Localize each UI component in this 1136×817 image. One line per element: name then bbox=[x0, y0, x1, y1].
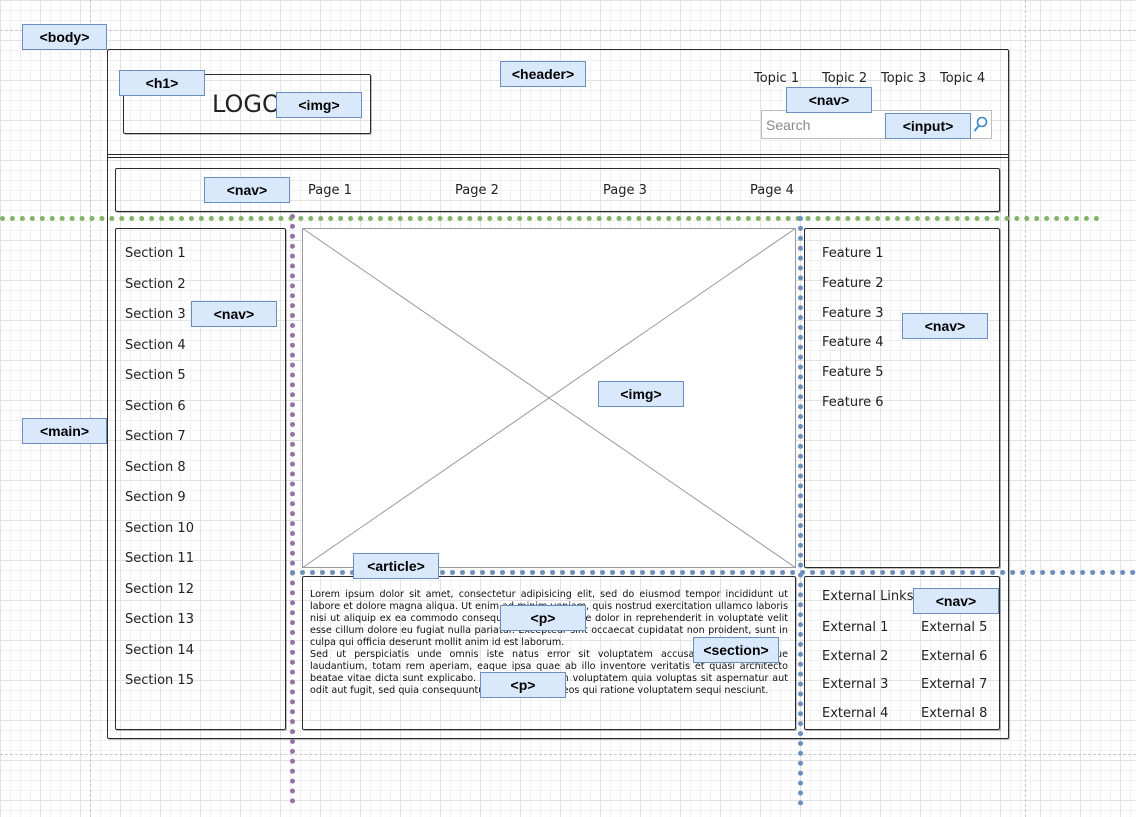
external-link-col2-1[interactable]: External 5 bbox=[921, 620, 987, 635]
tag-feature-nav: <nav> bbox=[902, 313, 988, 339]
feature-link-2[interactable]: Feature 2 bbox=[822, 276, 884, 291]
tag-section: <section> bbox=[693, 637, 779, 663]
section-link-5[interactable]: Section 5 bbox=[125, 368, 186, 383]
tag-page-nav: <nav> bbox=[204, 177, 290, 203]
topic-link-3[interactable]: Topic 3 bbox=[881, 71, 926, 86]
header-divider bbox=[107, 154, 1009, 158]
feature-link-3[interactable]: Feature 3 bbox=[822, 306, 884, 321]
external-link-col1-4[interactable]: External 4 bbox=[822, 706, 888, 721]
page-link-3[interactable]: Page 3 bbox=[603, 183, 647, 198]
tag-body: <body> bbox=[22, 24, 107, 50]
main-image-placeholder bbox=[302, 228, 796, 568]
section-link-11[interactable]: Section 11 bbox=[125, 551, 194, 566]
topic-link-2[interactable]: Topic 2 bbox=[822, 71, 867, 86]
feature-link-5[interactable]: Feature 5 bbox=[822, 365, 884, 380]
section-link-1[interactable]: Section 1 bbox=[125, 246, 186, 261]
tag-paragraph-2: <p> bbox=[480, 672, 566, 698]
section-link-3[interactable]: Section 3 bbox=[125, 307, 186, 322]
section-link-15[interactable]: Section 15 bbox=[125, 673, 194, 688]
logo-text: LOGO bbox=[212, 90, 281, 118]
section-link-13[interactable]: Section 13 bbox=[125, 612, 194, 627]
external-link-col1-1[interactable]: External 1 bbox=[822, 620, 888, 635]
tag-paragraph-1: <p> bbox=[500, 605, 586, 631]
section-link-12[interactable]: Section 12 bbox=[125, 582, 194, 597]
page-link-4[interactable]: Page 4 bbox=[750, 183, 794, 198]
tag-logo-img: <img> bbox=[276, 92, 362, 118]
blue-guide-vertical bbox=[798, 216, 803, 806]
search-placeholder: Search bbox=[766, 117, 811, 133]
tag-section-nav: <nav> bbox=[191, 301, 277, 327]
guide-dashed-left bbox=[90, 0, 91, 817]
tag-header: <header> bbox=[500, 61, 586, 87]
external-link-col2-3[interactable]: External 7 bbox=[921, 677, 987, 692]
tag-top-nav: <nav> bbox=[786, 87, 872, 113]
search-icon[interactable] bbox=[972, 116, 988, 134]
feature-link-6[interactable]: Feature 6 bbox=[822, 395, 884, 410]
external-link-col2-2[interactable]: External 6 bbox=[921, 649, 987, 664]
feature-link-4[interactable]: Feature 4 bbox=[822, 335, 884, 350]
section-link-9[interactable]: Section 9 bbox=[125, 490, 186, 505]
feature-link-1[interactable]: Feature 1 bbox=[822, 246, 884, 261]
topic-link-1[interactable]: Topic 1 bbox=[754, 71, 799, 86]
external-links-title: External Links bbox=[822, 589, 914, 604]
guide-dashed-right bbox=[1025, 0, 1026, 817]
section-link-6[interactable]: Section 6 bbox=[125, 399, 186, 414]
section-link-14[interactable]: Section 14 bbox=[125, 643, 194, 658]
section-link-10[interactable]: Section 10 bbox=[125, 521, 194, 536]
external-link-col1-2[interactable]: External 2 bbox=[822, 649, 888, 664]
tag-main-img: <img> bbox=[598, 381, 684, 407]
green-guide-line bbox=[0, 216, 1100, 221]
section-link-2[interactable]: Section 2 bbox=[125, 277, 186, 292]
topic-link-4[interactable]: Topic 4 bbox=[940, 71, 985, 86]
section-link-4[interactable]: Section 4 bbox=[125, 338, 186, 353]
section-link-8[interactable]: Section 8 bbox=[125, 460, 186, 475]
page-link-2[interactable]: Page 2 bbox=[455, 183, 499, 198]
page-link-1[interactable]: Page 1 bbox=[308, 183, 352, 198]
tag-article: <article> bbox=[353, 553, 439, 579]
section-link-7[interactable]: Section 7 bbox=[125, 429, 186, 444]
external-link-col1-3[interactable]: External 3 bbox=[822, 677, 888, 692]
tag-h1: <h1> bbox=[119, 70, 205, 96]
tag-main: <main> bbox=[22, 418, 107, 444]
purple-guide-line bbox=[290, 214, 295, 804]
image-placeholder-icon bbox=[302, 228, 796, 568]
tag-input: <input> bbox=[885, 113, 971, 139]
external-link-col2-4[interactable]: External 8 bbox=[921, 706, 987, 721]
guide-dashed-top bbox=[0, 30, 1136, 31]
tag-external-nav: <nav> bbox=[913, 588, 999, 614]
guide-dashed-bottom bbox=[0, 754, 1136, 755]
